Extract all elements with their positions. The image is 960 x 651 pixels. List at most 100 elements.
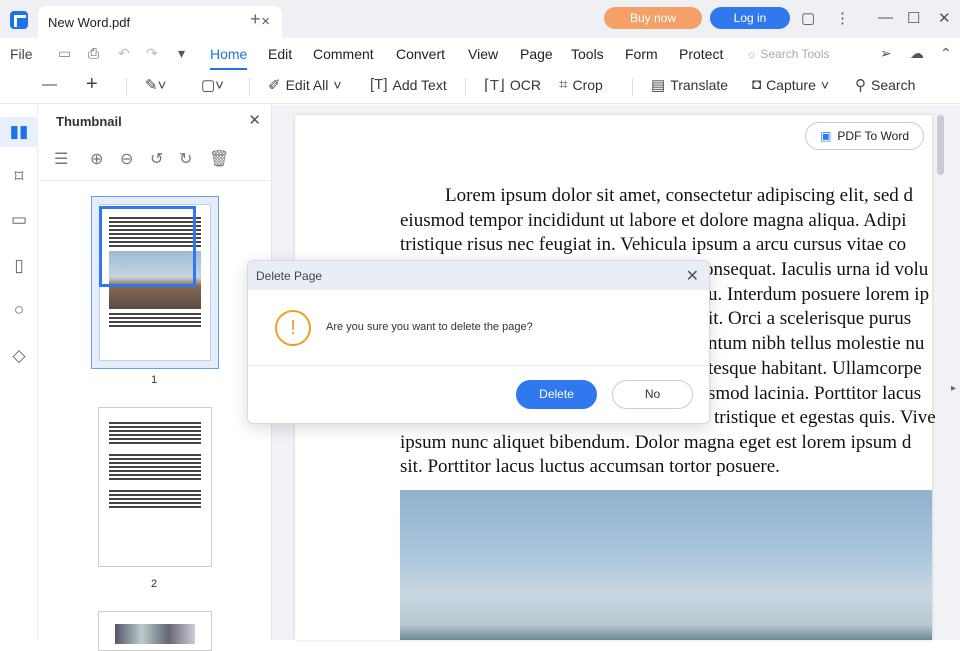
notification-icon[interactable]: ▢: [801, 9, 815, 27]
divider: [465, 78, 466, 96]
page-options-icon[interactable]: ☰: [54, 149, 68, 169]
undo-icon[interactable]: ↶: [118, 45, 130, 62]
pdf-to-word-button[interactable]: ▣ PDF To Word: [805, 122, 924, 150]
page-number-label: 2: [151, 578, 158, 590]
add-text-button[interactable]: [T] Add Text: [370, 76, 447, 93]
thumbnail-page-1[interactable]: [91, 196, 219, 369]
save-icon[interactable]: ▭: [58, 45, 71, 62]
comment-icon[interactable]: ▭: [6, 207, 32, 233]
menu-bar: File ▭ ⎙ ↶ ↷ ▾ Home Edit Comment Convert…: [0, 38, 960, 70]
upload-cloud-icon[interactable]: ☁: [910, 45, 924, 62]
crop-button[interactable]: ⌗ Crop: [559, 76, 603, 93]
menu-edit[interactable]: Edit: [268, 46, 292, 62]
chevron-down-icon: ˅: [333, 77, 342, 93]
delete-page-icon[interactable]: 🗑: [209, 149, 229, 169]
pen-icon: ✐: [268, 77, 281, 94]
thumbnail-panel-icon[interactable]: ▮▮: [0, 117, 38, 147]
menu-home[interactable]: Home: [210, 46, 248, 70]
search-button[interactable]: ⚲ Search: [855, 76, 915, 94]
paragraph-line: tesque habitant. Ullamcorpe: [708, 358, 922, 379]
close-window-icon[interactable]: ✕: [938, 9, 951, 27]
close-panel-icon[interactable]: ✕: [248, 111, 261, 129]
close-dialog-icon[interactable]: ✕: [686, 266, 699, 286]
divider: [126, 78, 127, 96]
paragraph-line: Lorem ipsum dolor sit amet, consectetur …: [445, 185, 914, 206]
thumbnail-page-3[interactable]: [98, 611, 212, 651]
bookmark-icon[interactable]: ⌑: [6, 164, 32, 190]
translate-button[interactable]: ▤ Translate: [651, 76, 728, 94]
panel-title: Thumbnail: [56, 114, 122, 129]
menu-tools[interactable]: Tools: [571, 46, 604, 62]
close-tab-icon[interactable]: ×: [261, 13, 270, 30]
search-panel-icon[interactable]: ○: [6, 297, 32, 323]
edit-all-button[interactable]: ✐ Edit All ˅: [268, 76, 342, 94]
paragraph-line: ipsum nunc aliquet bibendum. Dolor magna…: [400, 432, 912, 453]
chevron-down-icon: ˅: [820, 76, 830, 93]
paragraph-line: onsequat. Iaculis urna id volu: [704, 259, 929, 280]
highlight-button[interactable]: ✎˅: [145, 76, 166, 94]
plus-icon: +: [86, 73, 98, 95]
viewport-indicator[interactable]: [99, 206, 196, 287]
paragraph-line: smod lacinia. Porttitor lacus: [708, 383, 922, 404]
word-icon: ▣: [820, 129, 832, 143]
zoom-out-button[interactable]: —: [42, 76, 57, 93]
vertical-scrollbar[interactable]: [937, 115, 944, 175]
dialog-message: Are you sure you want to delete the page…: [326, 321, 533, 333]
zoom-in-icon[interactable]: ⊕: [90, 149, 103, 169]
share-icon[interactable]: ➢: [880, 45, 892, 62]
thumbnail-panel: Thumbnail ✕ ☰ ⊕ ⊖ ↺ ↻ 🗑 1 2: [38, 105, 272, 651]
login-button[interactable]: Log in: [710, 7, 790, 29]
minimize-icon[interactable]: —: [878, 9, 893, 26]
search-tools-label: Search Tools: [760, 47, 830, 61]
paragraph-line: tristique et egestas quis. Vive: [714, 407, 936, 428]
layers-icon[interactable]: ◇: [6, 343, 32, 369]
delete-page-dialog: Delete Page ✕ ! Are you sure you want to…: [247, 260, 710, 424]
crop-icon: ⌗: [559, 76, 568, 93]
zoom-out-icon[interactable]: ⊖: [120, 149, 133, 169]
ocr-button[interactable]: ⌈T⌋ OCR: [484, 76, 541, 94]
more-icon[interactable]: ⋮: [835, 9, 850, 27]
rotate-right-icon[interactable]: ↻: [179, 149, 192, 169]
ocr-label: OCR: [509, 77, 541, 93]
search-tools[interactable]: ☼ Search Tools: [746, 47, 830, 61]
redo-icon[interactable]: ↷: [146, 45, 158, 62]
collapse-icon[interactable]: ⌃: [940, 45, 952, 62]
customize-icon[interactable]: ▾: [178, 45, 185, 62]
toolbar: — + ✎˅ ▢˅ ✐ Edit All ˅ [T] Add Text ⌈T⌋ OCR …: [0, 70, 960, 104]
menu-protect[interactable]: Protect: [679, 46, 723, 62]
menu-form[interactable]: Form: [625, 46, 658, 62]
file-menu[interactable]: File: [10, 46, 33, 62]
zoom-in-button[interactable]: +: [86, 73, 98, 96]
divider: [249, 78, 250, 96]
rotate-left-icon[interactable]: ↺: [150, 149, 163, 169]
lightbulb-icon: ☼: [746, 47, 761, 61]
capture-label: Capture: [766, 76, 816, 93]
shape-button[interactable]: ▢˅: [201, 76, 224, 94]
new-tab-icon[interactable]: +: [250, 9, 261, 30]
expand-right-icon[interactable]: ▸: [951, 383, 956, 394]
maximize-icon[interactable]: ☐: [907, 9, 920, 27]
search-label: Search: [871, 77, 916, 93]
camera-icon: ◘: [752, 76, 762, 93]
app-logo-icon: [10, 11, 28, 29]
dialog-header: Delete Page ✕: [248, 261, 709, 290]
print-icon[interactable]: ⎙: [88, 45, 99, 62]
paragraph-line: u. Interdum posuere lorem ip: [708, 284, 930, 305]
add-text-label: Add Text: [392, 76, 447, 93]
paragraph-line: eiusmod tempor incididunt ut labore et d…: [400, 210, 907, 231]
document-image: [400, 490, 932, 640]
attachment-icon[interactable]: ▯: [6, 253, 32, 279]
warning-icon: !: [275, 310, 311, 346]
thumbnail-page-2[interactable]: [98, 407, 212, 567]
buy-now-button[interactable]: Buy now: [604, 7, 702, 29]
no-button[interactable]: No: [612, 380, 693, 409]
search-icon: ⚲: [855, 77, 866, 94]
capture-button[interactable]: ◘ Capture ˅: [752, 76, 829, 93]
document-tab[interactable]: New Word.pdf ×: [38, 6, 282, 38]
paragraph-line: it. Orci a scelerisque purus: [708, 308, 912, 329]
menu-convert[interactable]: Convert: [396, 46, 445, 62]
menu-page[interactable]: Page: [520, 46, 553, 62]
menu-comment[interactable]: Comment: [313, 46, 374, 62]
delete-button[interactable]: Delete: [516, 380, 597, 409]
menu-view[interactable]: View: [468, 46, 498, 62]
